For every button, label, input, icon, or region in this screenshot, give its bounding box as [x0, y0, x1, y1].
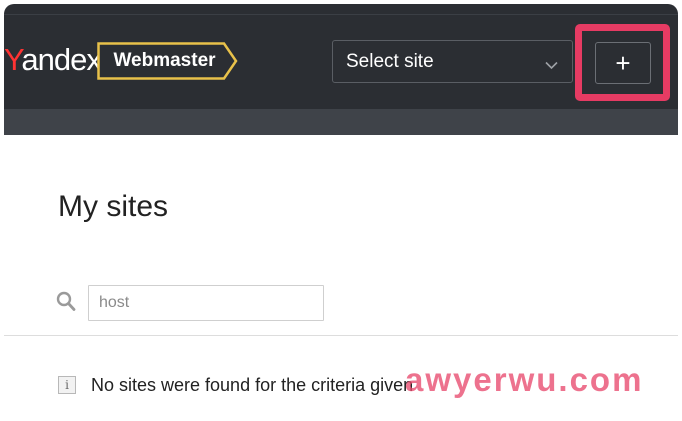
webmaster-label: Webmaster: [113, 50, 216, 71]
watermark-text: awyerwu.com: [405, 361, 644, 398]
webmaster-badge[interactable]: Webmaster: [97, 42, 238, 80]
empty-results-message: No sites were found for the criteria giv…: [91, 375, 414, 395]
logo-rest: andex: [21, 42, 101, 77]
logo-initial: Y: [4, 42, 22, 77]
header-divider: [4, 14, 678, 15]
host-search-input[interactable]: [88, 285, 324, 321]
site-select-dropdown[interactable]: Select site: [332, 40, 573, 83]
add-site-button[interactable]: +: [595, 42, 651, 84]
search-icon: [56, 291, 76, 317]
site-select-label: Select site: [346, 51, 434, 72]
plus-icon: +: [615, 48, 631, 78]
yandex-logo[interactable]: Yandex: [4, 40, 102, 80]
app-window: Yandex Webmaster Select site + My sites: [4, 4, 678, 418]
header-subbar: [4, 109, 678, 135]
section-divider: [4, 335, 678, 336]
info-icon: i: [58, 376, 76, 394]
page-title: My sites: [58, 190, 169, 223]
chevron-down-icon: [545, 57, 558, 75]
top-header: Yandex Webmaster Select site +: [4, 4, 678, 109]
